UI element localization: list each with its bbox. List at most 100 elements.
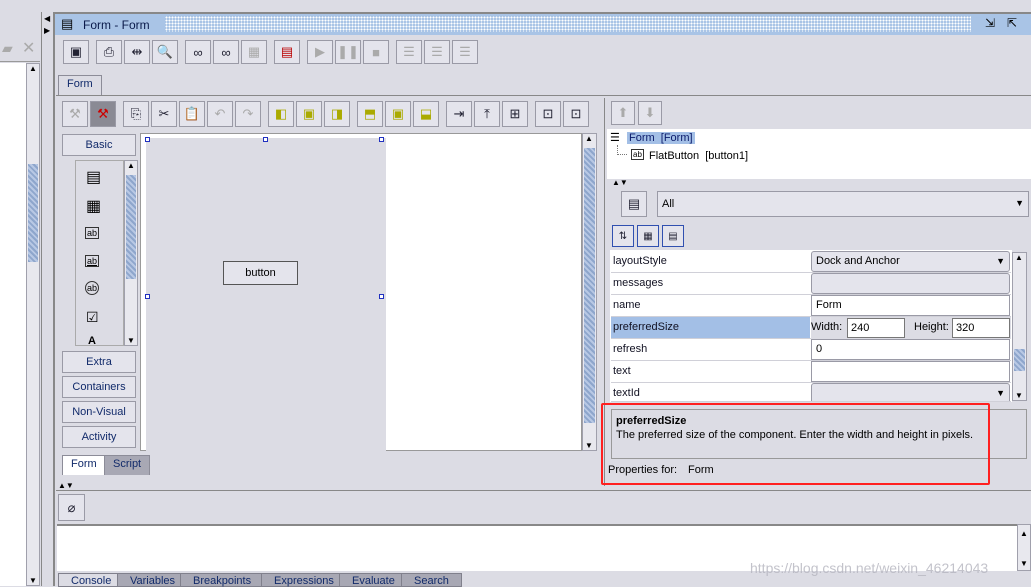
same-size-button[interactable]: ⊞: [502, 101, 528, 127]
align-left-button[interactable]: ◧: [268, 101, 294, 127]
filter-select[interactable]: All ▼: [657, 191, 1029, 217]
maximize-icon[interactable]: ⇱: [1007, 16, 1017, 30]
form-surface[interactable]: [146, 138, 386, 452]
property-row: name Form: [611, 295, 1011, 317]
build-icon[interactable]: ⚒: [62, 101, 88, 127]
step-into-button[interactable]: ☰: [396, 40, 422, 64]
sort-category-button[interactable]: ▦: [637, 225, 659, 247]
form-component-icon[interactable]: ▤: [86, 167, 101, 187]
align-top-button[interactable]: ⬒: [357, 101, 383, 127]
filter-value: All: [662, 198, 675, 210]
property-row: preferredSize Width: 240 Height: 320: [611, 317, 1011, 339]
left-scrollbar[interactable]: ▲ ▼: [26, 63, 40, 586]
align-middle-button[interactable]: ▣: [385, 101, 411, 127]
checkbox-component-icon[interactable]: ☑: [86, 309, 99, 326]
tab-form-editor[interactable]: Form: [58, 75, 102, 95]
title-bar: ▤ Form - Form ⇲ ⇱: [55, 14, 1031, 35]
tab-script[interactable]: Script: [104, 455, 151, 475]
tab-evaluate[interactable]: Evaluate: [339, 573, 408, 587]
close-icon[interactable]: ✕: [22, 38, 35, 58]
button-component-icon[interactable]: ab: [85, 281, 100, 295]
property-row: textId ▼: [611, 383, 1011, 402]
move-down-button[interactable]: ⬇: [638, 101, 662, 125]
scroll-up-icon[interactable]: ▲: [29, 64, 37, 73]
find-next-button[interactable]: ∞: [213, 40, 239, 64]
cut-button[interactable]: ✂: [151, 101, 177, 127]
tree-child[interactable]: FlatButton [button1]: [649, 150, 748, 162]
paste-button[interactable]: 📋: [179, 101, 205, 127]
stop-button[interactable]: ■: [363, 40, 389, 64]
palette-non-visual[interactable]: Non-Visual: [62, 401, 136, 423]
console-scrollbar[interactable]: ▲ ▼: [1017, 524, 1031, 571]
scroll-down-icon[interactable]: ▼: [29, 576, 37, 585]
canvas-button[interactable]: button: [223, 261, 298, 285]
design-canvas[interactable]: button: [140, 133, 582, 452]
textfield-component-icon[interactable]: ab: [85, 255, 100, 267]
palette-containers[interactable]: Containers: [62, 376, 136, 398]
name-input[interactable]: Form: [811, 295, 1010, 316]
tree-splitter[interactable]: ▲▼: [612, 178, 628, 187]
close-form-button[interactable]: ▣: [63, 40, 89, 64]
tab-search[interactable]: Search: [401, 573, 462, 587]
tree-root[interactable]: Form [Form]: [627, 132, 695, 144]
tab-form[interactable]: Form: [62, 455, 106, 475]
text-input[interactable]: [811, 361, 1010, 382]
restore-icon[interactable]: ⇲: [985, 16, 995, 30]
space-horizontal-button[interactable]: ⊡: [563, 101, 589, 127]
tab-variables[interactable]: Variables: [117, 573, 189, 587]
tab-order-button[interactable]: ⇹: [124, 40, 150, 64]
layoutstyle-select[interactable]: Dock and Anchor ▼: [811, 251, 1010, 272]
property-scrollbar[interactable]: ▲ ▼: [1012, 252, 1027, 401]
comment-icon[interactable]: ▰: [2, 40, 13, 57]
watermark: https://blog.csdn.net/weixin_46214043: [750, 560, 989, 576]
refresh-input[interactable]: 0: [811, 339, 1010, 360]
splitter[interactable]: ◀ ▶: [44, 12, 52, 586]
align-right-button[interactable]: ◨: [324, 101, 350, 127]
move-up-button[interactable]: ⬆: [611, 101, 635, 125]
pause-button[interactable]: ❚❚: [335, 40, 361, 64]
table-component-icon[interactable]: ▦: [86, 196, 101, 216]
label-component-icon[interactable]: ab: [85, 227, 100, 239]
show-description-button[interactable]: ▤: [662, 225, 684, 247]
palette-activity[interactable]: Activity: [62, 426, 136, 448]
design-toolbar: ⚒ ⚒ ⎘ ✂ 📋 ↶ ↷ ◧ ▣ ◨ ⬒ ▣ ⬓ ⇥ ⤒ ⊞ ⊡ ⊡: [60, 100, 600, 128]
expand-right-icon[interactable]: ▶: [44, 26, 50, 35]
space-vertical-button[interactable]: ⊡: [535, 101, 561, 127]
same-width-button[interactable]: ⇥: [446, 101, 472, 127]
play-button[interactable]: ▶: [307, 40, 333, 64]
canvas-scrollbar[interactable]: ▲ ▼: [582, 133, 597, 451]
align-bottom-button[interactable]: ⬓: [413, 101, 439, 127]
clear-console-button[interactable]: ⌀: [58, 494, 85, 521]
form-icon: ▤: [61, 16, 74, 31]
palette-extra[interactable]: Extra: [62, 351, 136, 373]
sort-alpha-button[interactable]: ⇅: [612, 225, 634, 247]
replace-button[interactable]: ▦: [241, 40, 267, 64]
undo-button[interactable]: ↶: [207, 101, 233, 127]
copy-button[interactable]: ⎘: [123, 101, 149, 127]
bottom-splitter[interactable]: ▲▼: [58, 481, 74, 490]
event-button[interactable]: ▤: [621, 191, 647, 217]
tab-breakpoints[interactable]: Breakpoints: [180, 573, 265, 587]
collapse-left-icon[interactable]: ◀: [44, 14, 50, 23]
print-button[interactable]: ⎙: [96, 40, 122, 64]
redo-button[interactable]: ↷: [235, 101, 261, 127]
tab-console[interactable]: Console: [58, 573, 125, 587]
step-over-button[interactable]: ☰: [424, 40, 450, 64]
align-center-button[interactable]: ▣: [296, 101, 322, 127]
test-tool-button[interactable]: ⚒: [90, 101, 116, 127]
tab-expressions[interactable]: Expressions: [261, 573, 347, 587]
palette-scrollbar[interactable]: ▲ ▼: [124, 160, 138, 346]
height-input[interactable]: 320: [952, 318, 1010, 338]
textid-select[interactable]: ▼: [811, 383, 1010, 401]
palette-components: ▤ ▦ ab ab ab ☑ A: [75, 160, 124, 347]
messages-button[interactable]: [811, 273, 1010, 294]
palette-basic[interactable]: Basic: [62, 134, 136, 156]
run-form-button[interactable]: ▤: [274, 40, 300, 64]
preview-button[interactable]: 🔍: [152, 40, 178, 64]
find-button[interactable]: ∞: [185, 40, 211, 64]
same-height-button[interactable]: ⤒: [474, 101, 500, 127]
left-toolbar: ▰ ✕: [0, 36, 40, 62]
step-out-button[interactable]: ☰: [452, 40, 478, 64]
width-input[interactable]: 240: [847, 318, 905, 338]
font-component-icon[interactable]: A: [88, 335, 96, 347]
